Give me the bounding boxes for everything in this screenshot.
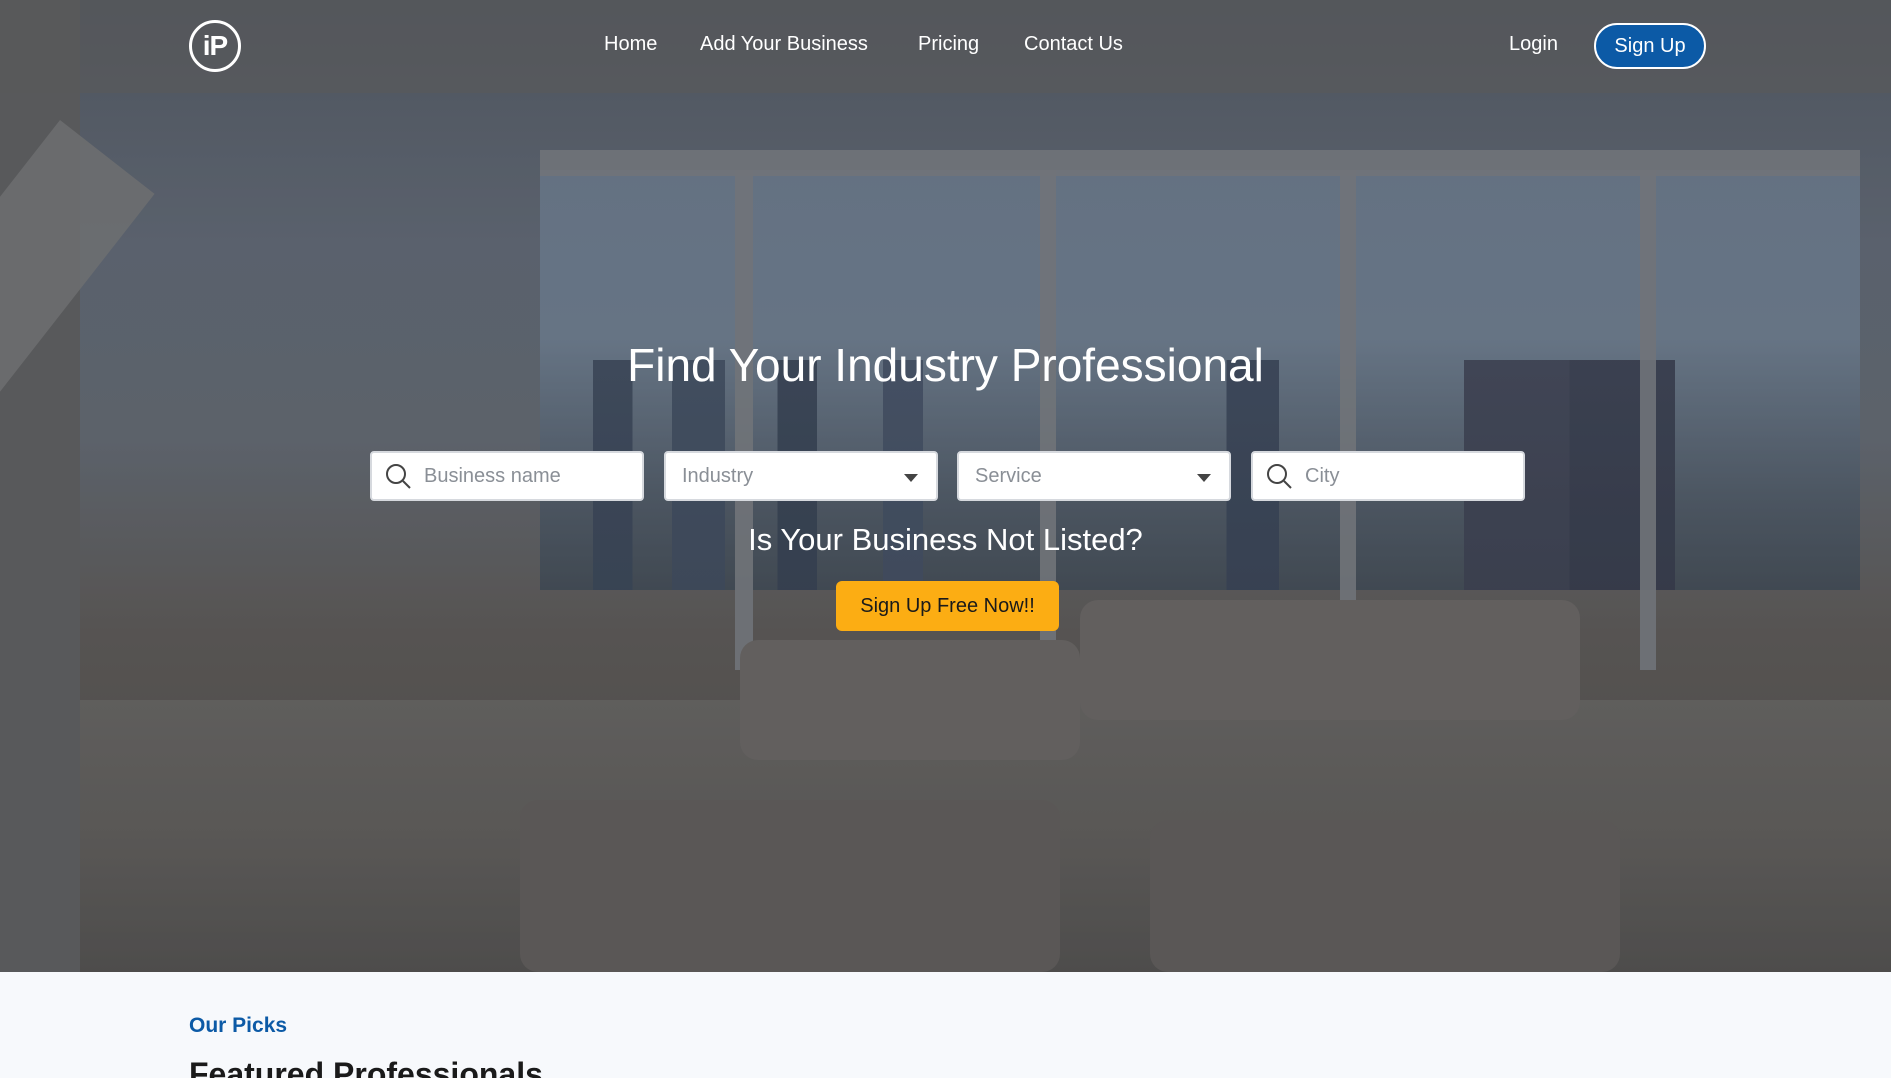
chevron-down-icon (1197, 474, 1211, 482)
top-navbar: iP Home Add Your Business Pricing Contac… (0, 0, 1891, 93)
business-name-search[interactable]: Business name (370, 451, 644, 501)
industry-placeholder: Industry (682, 464, 754, 487)
business-name-placeholder: Business name (424, 464, 561, 487)
signup-button[interactable]: Sign Up (1594, 23, 1706, 69)
hero-title: Find Your Industry Professional (627, 339, 1264, 391)
city-placeholder: City (1305, 464, 1340, 487)
nav-add-your-business[interactable]: Add Your Business (700, 33, 868, 56)
industry-select[interactable]: Industry (664, 451, 938, 501)
search-icon (1267, 464, 1292, 489)
city-search[interactable]: City (1251, 451, 1525, 501)
nav-pricing[interactable]: Pricing (918, 33, 979, 56)
hero-background (0, 0, 1891, 972)
search-icon (386, 464, 411, 489)
hero-subtitle: Is Your Business Not Listed? (748, 522, 1143, 557)
hero-overlay (0, 0, 1891, 972)
nav-contact-us[interactable]: Contact Us (1024, 33, 1123, 56)
nav-home[interactable]: Home (604, 33, 657, 56)
signup-free-button[interactable]: Sign Up Free Now!! (836, 581, 1059, 631)
service-placeholder: Service (975, 464, 1042, 487)
service-select[interactable]: Service (957, 451, 1231, 501)
section-title: Featured Professionals (189, 1056, 543, 1078)
section-eyebrow: Our Picks (189, 1014, 288, 1037)
chevron-down-icon (904, 474, 918, 482)
login-link[interactable]: Login (1509, 33, 1558, 56)
